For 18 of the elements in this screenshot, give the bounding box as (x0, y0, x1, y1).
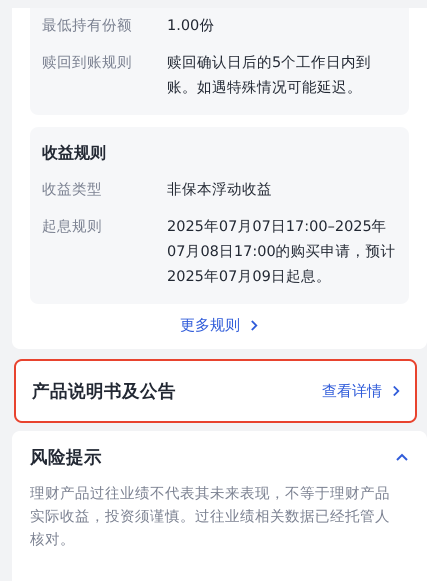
view-details-link[interactable]: 查看详情 (322, 382, 382, 400)
section-title: 收益规则 (42, 143, 107, 164)
row-value: 2025年07月07日17:00–2025年07月08日17:00的购买申请，预计2025年07月09日起息。 (167, 218, 397, 287)
row-value: 非保本浮动收益 (167, 181, 273, 200)
chevron-right-icon (250, 319, 259, 332)
row-label: 收益类型 (42, 181, 103, 200)
row-value: 赎回确认日后的5个工作日内到账。如遇特殊情况可能延迟。 (167, 54, 372, 98)
documents-title: 产品说明书及公告 (32, 381, 177, 403)
row-label: 赎回到账规则 (42, 54, 133, 73)
chevron-up-icon[interactable] (395, 452, 409, 462)
more-rules-link[interactable]: 更多规则 (160, 316, 280, 335)
documents-row[interactable]: 产品说明书及公告 查看详情 (14, 359, 417, 423)
row-label: 起息规则 (42, 218, 103, 237)
row-value: 1.00份 (167, 17, 216, 36)
risk-title: 风险提示 (30, 447, 103, 469)
chevron-right-icon (392, 384, 401, 398)
risk-text: 理财产品过往业绩不代表其未来表现，不等于理财产品实际收益，投资须谨慎。过往业绩相关数据已经托管人核对。 (30, 485, 391, 550)
row-label: 最低持有份额 (42, 16, 133, 36)
